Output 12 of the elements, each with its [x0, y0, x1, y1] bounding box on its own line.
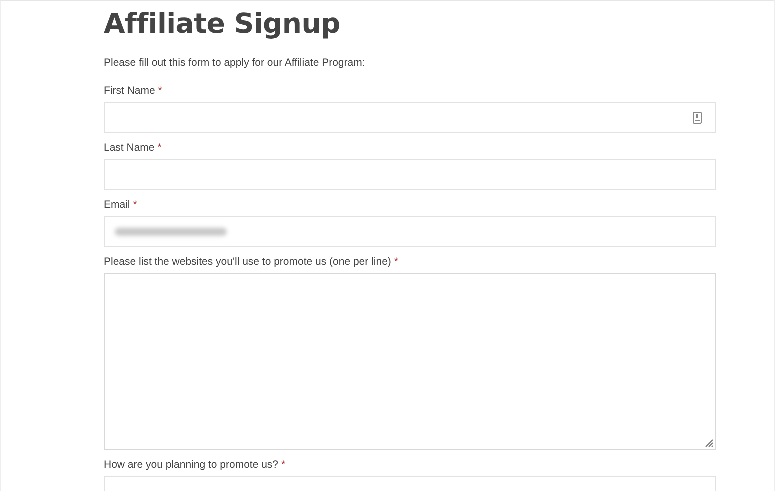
field-label: How are you planning to promote us? * [104, 459, 287, 472]
field-label: First Name * [104, 85, 164, 98]
input-field[interactable] [104, 159, 716, 190]
resize-handle-icon[interactable] [705, 439, 714, 448]
field-label: Last Name * [104, 142, 163, 155]
input-field[interactable] [104, 216, 716, 247]
page-title: Affiliate Signup [104, 7, 342, 42]
input-field[interactable] [104, 102, 716, 133]
field-label: Email * [104, 199, 138, 212]
intro-text: Please fill out this form to apply for our Affiliate Program: [104, 56, 366, 70]
field-label: Please list the websites you'll use to promote us (one per line) * [104, 256, 400, 269]
autofill-icon[interactable] [693, 112, 702, 124]
